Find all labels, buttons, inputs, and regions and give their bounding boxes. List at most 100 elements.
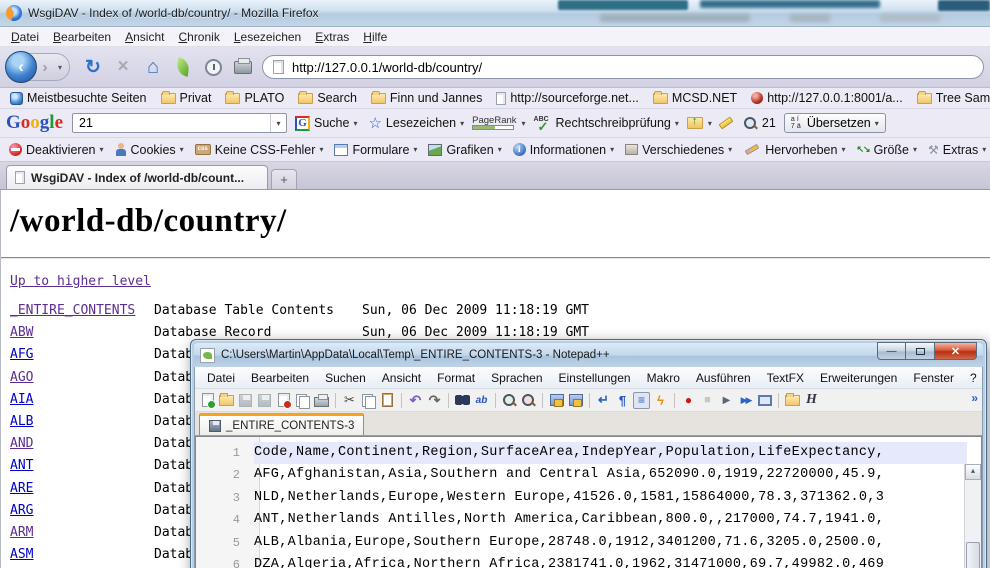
npp-menu-sprachen[interactable]: Sprachen xyxy=(483,369,550,387)
entry-link[interactable]: ANT xyxy=(10,455,154,477)
macro-save-button[interactable] xyxy=(756,392,773,409)
close-all-button[interactable] xyxy=(294,392,311,409)
bookmark-tree-samples[interactable]: Tree Samples xyxy=(911,90,990,106)
menu-ansicht[interactable]: Ansicht xyxy=(118,28,171,46)
chevron-down-icon[interactable]: ▾ xyxy=(708,119,712,128)
home-button[interactable]: ⌂ xyxy=(141,55,165,79)
npp-menu-fenster[interactable]: Fenster xyxy=(905,369,962,387)
up-link[interactable]: Up to higher level xyxy=(10,274,151,289)
history-dropdown-icon[interactable]: ▾ xyxy=(55,63,65,72)
translate-button[interactable]: aí7ä Übersetzen ▾ xyxy=(784,113,886,133)
bookmark-finn-und-jannes[interactable]: Finn und Jannes xyxy=(365,90,488,106)
macro-run-multiple-button[interactable]: ▶▶ xyxy=(737,392,754,409)
npp-menu-bearbeiten[interactable]: Bearbeiten xyxy=(243,369,317,387)
menu-bearbeiten[interactable]: Bearbeiten xyxy=(46,28,118,46)
history-button[interactable] xyxy=(201,55,225,79)
minimize-button[interactable]: — xyxy=(877,342,906,360)
macro-play-button[interactable]: ▶ xyxy=(718,392,735,409)
macro-stop-button[interactable]: ■ xyxy=(699,392,716,409)
google-search-box[interactable]: ▾ xyxy=(72,113,287,133)
highlighter-icon[interactable] xyxy=(718,117,733,130)
bookmark-search[interactable]: Search xyxy=(292,90,363,106)
npp-menu-help[interactable]: ? xyxy=(962,369,985,387)
back-button[interactable]: ‹ xyxy=(5,51,37,83)
bookmark-localhost-8001[interactable]: http://127.0.0.1:8001/a... xyxy=(745,90,909,106)
pagerank-widget[interactable]: PageRank xyxy=(472,116,516,130)
npp-menu-makro[interactable]: Makro xyxy=(639,369,688,387)
save-button[interactable] xyxy=(237,392,254,409)
menu-extras[interactable]: Extras xyxy=(308,28,356,46)
webdev-deaktivieren[interactable]: Deaktivieren▾ xyxy=(5,141,108,159)
webdev-groesse[interactable]: ↖↘Größe▾ xyxy=(852,141,921,159)
url-bar[interactable] xyxy=(262,55,984,79)
undo-button[interactable]: ↶ xyxy=(407,392,424,409)
reload-button[interactable]: ↻ xyxy=(81,55,105,79)
bookmark-privat[interactable]: Privat xyxy=(155,90,218,106)
macro-record-button[interactable]: ● xyxy=(680,392,697,409)
zoom-out-button[interactable] xyxy=(520,392,537,409)
menu-datei[interactable]: Datei xyxy=(4,28,46,46)
entry-link[interactable]: AIA xyxy=(10,389,154,411)
new-file-button[interactable] xyxy=(199,392,216,409)
doc-monitor-button[interactable] xyxy=(784,392,801,409)
webdev-extras[interactable]: ⚒Extras▾ xyxy=(924,141,990,159)
menu-lesezeichen[interactable]: Lesezeichen xyxy=(227,28,308,46)
entry-link[interactable]: ARG xyxy=(10,500,154,522)
indent-guide-button[interactable]: ≡ xyxy=(633,392,650,409)
save-all-button[interactable] xyxy=(256,392,273,409)
line-text[interactable]: NLD,Netherlands,Europe,Western Europe,41… xyxy=(254,487,967,509)
forward-button[interactable]: › xyxy=(35,59,55,76)
close-button[interactable]: ✕ xyxy=(935,342,977,360)
replace-button[interactable]: ab xyxy=(473,392,490,409)
close-document-button[interactable]: X xyxy=(985,369,990,387)
cut-button[interactable]: ✂ xyxy=(341,392,358,409)
bookmark-mcsd[interactable]: MCSD.NET xyxy=(647,90,743,106)
webdev-formulare[interactable]: Formulare▾ xyxy=(330,141,421,159)
npp-menu-format[interactable]: Format xyxy=(429,369,483,387)
notepad-titlebar[interactable]: C:\Users\Martin\AppData\Local\Temp\_ENTI… xyxy=(194,343,983,367)
redo-button[interactable]: ↷ xyxy=(426,392,443,409)
entry-link[interactable]: ABW xyxy=(10,322,154,344)
bookmark-plato[interactable]: PLATO xyxy=(219,90,290,106)
search-dropdown-icon[interactable]: ▾ xyxy=(270,114,286,132)
npp-menu-suchen[interactable]: Suchen xyxy=(317,369,374,387)
vertical-scrollbar[interactable]: ▲ ≡ xyxy=(964,464,981,568)
entry-link[interactable]: AGO xyxy=(10,367,154,389)
spellcheck-button[interactable]: ABC Rechtschreibprüfung ▾ xyxy=(531,114,682,133)
webdev-cookies[interactable]: Cookies▾ xyxy=(111,141,188,159)
line-text[interactable]: Code,Name,Continent,Region,SurfaceArea,I… xyxy=(254,442,967,464)
feed-button[interactable] xyxy=(171,55,195,79)
tab-wsgidav[interactable]: WsgiDAV - Index of /world-db/count... xyxy=(6,165,268,189)
webdev-hervorheben[interactable]: Hervorheben▾ xyxy=(739,141,849,159)
npp-menu-erweiterungen[interactable]: Erweiterungen xyxy=(812,369,905,387)
menu-hilfe[interactable]: Hilfe xyxy=(356,28,394,46)
google-search-input[interactable] xyxy=(73,116,270,130)
toolbar-overflow-icon[interactable]: » xyxy=(971,391,978,405)
show-all-chars-button[interactable]: ¶ xyxy=(614,392,631,409)
bookmark-sourceforge[interactable]: http://sourceforge.net... xyxy=(490,90,645,106)
send-to-icon[interactable] xyxy=(687,117,703,129)
npp-menu-einstellungen[interactable]: Einstellungen xyxy=(551,369,639,387)
stop-button[interactable]: × xyxy=(111,55,135,79)
sync-vertical-button[interactable] xyxy=(548,392,565,409)
print-button[interactable] xyxy=(231,55,255,79)
document-tab[interactable]: _ENTIRE_CONTENTS-3 xyxy=(199,413,364,435)
webdev-grafiken[interactable]: Grafiken▾ xyxy=(424,141,505,159)
copy-button[interactable] xyxy=(360,392,377,409)
menu-chronik[interactable]: Chronik xyxy=(171,28,226,46)
paste-button[interactable] xyxy=(379,392,396,409)
npp-menu-textfx[interactable]: TextFX xyxy=(759,369,812,387)
open-file-button[interactable] xyxy=(218,392,235,409)
line-text[interactable]: AFG,Afghanistan,Asia,Southern and Centra… xyxy=(254,464,967,486)
webdev-informationen[interactable]: iInformationen▾ xyxy=(509,141,618,159)
word-find-button[interactable]: 21 xyxy=(740,114,779,133)
scroll-up-button[interactable]: ▲ xyxy=(965,464,981,480)
function-completion-button[interactable]: ϟ xyxy=(652,392,669,409)
google-lesezeichen-button[interactable]: ☆ Lesezeichen ▾ xyxy=(365,112,467,134)
entry-link[interactable]: ASM xyxy=(10,544,154,566)
line-text[interactable]: ANT,Netherlands Antilles,North America,C… xyxy=(254,509,967,531)
find-button[interactable] xyxy=(454,392,471,409)
google-suche-button[interactable]: G Suche ▾ xyxy=(292,114,360,133)
entry-link[interactable]: AND xyxy=(10,433,154,455)
html-preview-button[interactable]: H xyxy=(803,392,820,409)
